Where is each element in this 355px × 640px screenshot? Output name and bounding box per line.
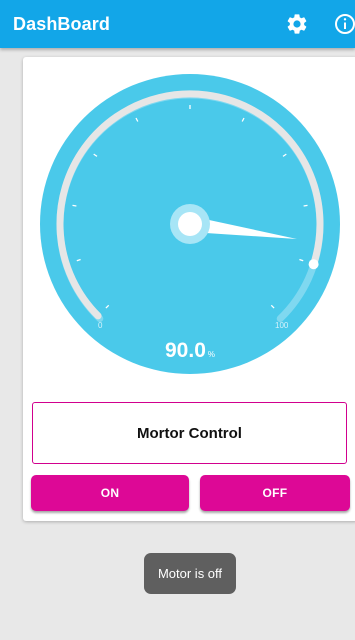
motor-off-button[interactable]: OFF [200,475,350,511]
gauge-max-label: 100 [275,321,289,330]
gauge-min-label: 0 [98,321,103,330]
gauge-tick [303,204,308,207]
gauge-value-knob [308,259,319,270]
toast-message: Motor is off [144,553,236,594]
motor-control-panel: Mortor Control [32,402,347,464]
gauge-tick [72,204,77,207]
speedometer-gauge: 0 100 90.0% [40,74,340,374]
motor-control-title: Mortor Control [137,424,242,442]
gear-icon[interactable] [285,12,309,36]
dashboard-card: 0 100 90.0% Mortor Control ON OFF [23,57,355,521]
motor-on-button[interactable]: ON [31,475,189,511]
gauge-hub-inner [178,212,202,236]
info-icon[interactable] [332,11,355,37]
app-bar: DashBoard [0,0,355,48]
app-title: DashBoard [13,14,110,34]
